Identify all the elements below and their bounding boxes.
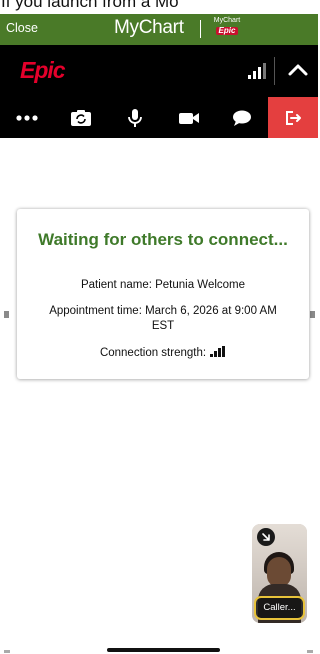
mychart-header: Close MyChart MyChart Epic xyxy=(0,14,318,45)
close-button[interactable]: Close xyxy=(6,21,38,35)
self-view-video[interactable]: Caller... xyxy=(252,524,307,623)
patient-name-text: Patient name: Petunia Welcome xyxy=(80,279,246,291)
mini-logo-top-text: MyChart xyxy=(213,17,241,24)
self-view-label: Caller... xyxy=(254,596,305,620)
header-separator xyxy=(274,57,275,85)
chevron-up-icon[interactable] xyxy=(286,59,310,81)
self-view-face xyxy=(267,557,291,587)
connection-signal-icon xyxy=(210,346,226,357)
microphone-icon[interactable] xyxy=(108,97,161,138)
chat-icon[interactable] xyxy=(216,97,268,138)
epic-logo: Epic xyxy=(20,57,66,83)
switch-camera-icon[interactable] xyxy=(53,97,108,138)
connection-strength-label: Connection strength: xyxy=(99,347,207,359)
more-options-icon[interactable] xyxy=(0,97,53,138)
waiting-title: Waiting for others to connect... xyxy=(38,230,288,249)
signal-strength-icon xyxy=(248,63,268,79)
right-edge-handle xyxy=(310,311,315,318)
page-caption-text: If you launch from a Mo xyxy=(1,0,179,11)
mychart-epic-mini-logo: MyChart Epic xyxy=(207,17,247,41)
mychart-logo: MyChart xyxy=(114,17,184,38)
call-controls-bar xyxy=(0,97,318,138)
left-edge-handle xyxy=(4,311,9,318)
video-camera-icon[interactable] xyxy=(161,97,216,138)
epic-header: Epic xyxy=(0,45,318,97)
connection-strength-row: Connection strength: xyxy=(17,346,309,359)
footer-mark-left xyxy=(4,650,10,653)
leave-call-icon[interactable] xyxy=(268,97,318,138)
footer-mark-right xyxy=(307,650,313,653)
expand-arrow-icon[interactable] xyxy=(257,528,275,546)
waiting-card: Waiting for others to connect... Patient… xyxy=(17,209,309,379)
mini-logo-epic-text: Epic xyxy=(215,27,239,35)
appointment-time-text: Appointment time: March 6, 2026 at 9:00 … xyxy=(49,305,277,332)
home-indicator[interactable] xyxy=(107,648,220,652)
logo-divider xyxy=(200,20,201,38)
